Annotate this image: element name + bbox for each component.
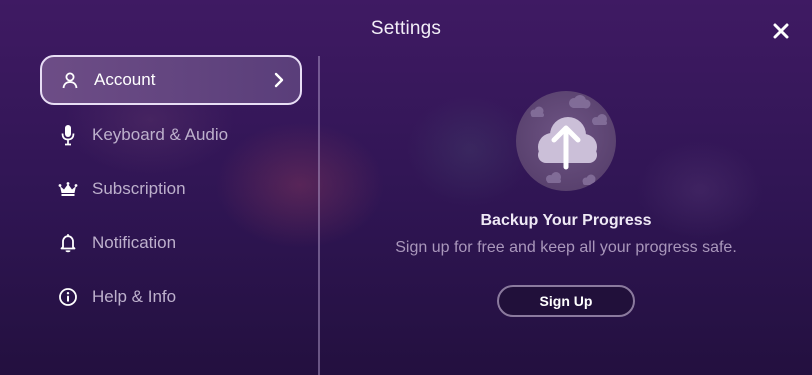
sidebar-item-label: Help & Info: [92, 287, 177, 306]
backup-title: Backup Your Progress: [480, 212, 652, 229]
bell-icon: [58, 233, 78, 253]
sidebar-item-account[interactable]: Account: [40, 55, 302, 105]
info-icon: [58, 287, 78, 307]
sidebar-item-label: Account: [94, 70, 156, 89]
crown-icon: [58, 179, 78, 199]
sidebar-item-label: Notification: [92, 233, 177, 252]
sidebar-item-help-info[interactable]: Help & Info: [40, 273, 302, 321]
sidebar-item-label: Keyboard & Audio: [92, 125, 229, 144]
sidebar-item-label: Subscription: [92, 179, 186, 198]
backup-subtitle: Sign up for free and keep all your progr…: [395, 239, 737, 256]
account-panel: Backup Your Progress Sign up for free an…: [320, 0, 812, 375]
cloud-upload-icon: [516, 91, 616, 191]
sidebar-item-subscription[interactable]: Subscription: [40, 165, 302, 213]
sidebar-item-notification[interactable]: Notification: [40, 219, 302, 267]
sidebar-item-keyboard-audio[interactable]: Keyboard & Audio: [40, 111, 302, 159]
settings-sidebar: Account Keyboard & Audio Subscription No…: [40, 55, 302, 327]
user-icon: [60, 70, 80, 90]
microphone-icon: [58, 125, 78, 146]
chevron-right-icon: [272, 71, 286, 89]
sign-up-button[interactable]: Sign Up: [497, 285, 635, 317]
